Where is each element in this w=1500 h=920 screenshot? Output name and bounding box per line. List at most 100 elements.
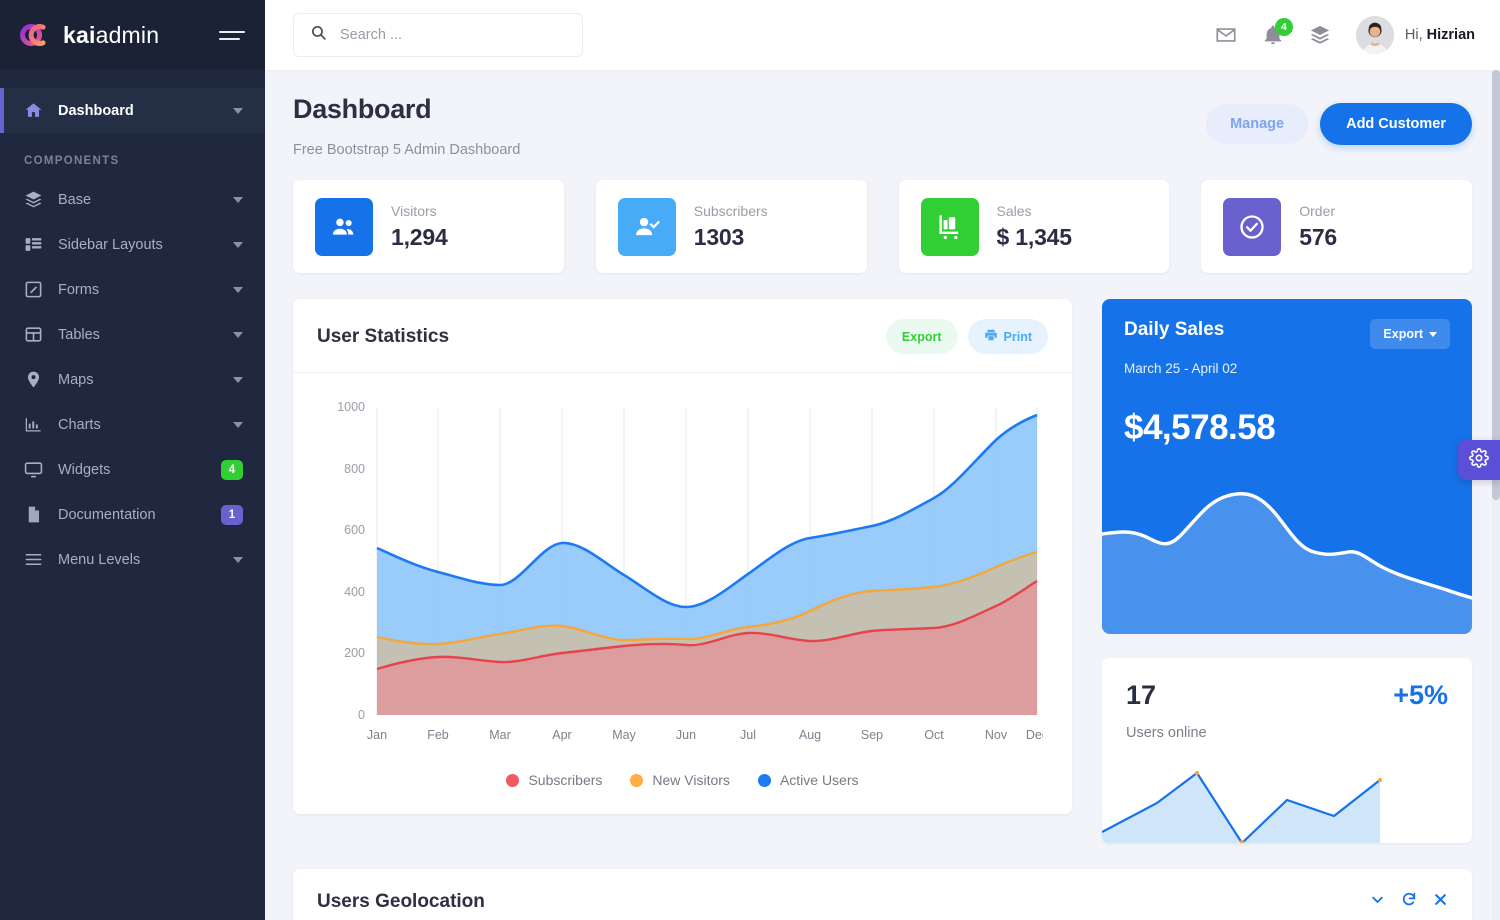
sidebar-item-documentation[interactable]: Documentation 1	[0, 492, 265, 537]
user-statistics-header: User Statistics Export Print	[293, 299, 1072, 373]
bar-chart-icon	[24, 415, 58, 434]
user-statistics-card: User Statistics Export Print	[293, 299, 1072, 814]
monitor-icon	[24, 460, 58, 479]
stat-card-text: Sales $ 1,345	[997, 203, 1072, 251]
list-grid-icon	[24, 235, 58, 254]
stat-card-sales[interactable]: Sales $ 1,345	[899, 180, 1170, 273]
stat-label: Subscribers	[694, 203, 768, 219]
add-customer-button[interactable]: Add Customer	[1320, 103, 1472, 145]
legend-dot-icon	[758, 774, 771, 787]
stat-card-order[interactable]: Order 576	[1201, 180, 1472, 273]
brand-logo[interactable]: kaiadmin	[20, 22, 159, 49]
sidebar-item-sidebar-layouts[interactable]: Sidebar Layouts	[0, 222, 265, 267]
pencil-square-icon	[24, 280, 58, 299]
vertical-scrollbar[interactable]	[1492, 70, 1500, 920]
search-input[interactable]	[340, 27, 566, 43]
export-button[interactable]: Export	[886, 319, 958, 354]
page-header-text: Dashboard Free Bootstrap 5 Admin Dashboa…	[293, 94, 520, 158]
layers-icon[interactable]	[1309, 24, 1331, 46]
envelope-icon[interactable]	[1215, 24, 1237, 46]
sidebar-section-label: COMPONENTS	[0, 133, 265, 177]
sidebar-item-charts[interactable]: Charts	[0, 402, 265, 447]
legend-item-active-users[interactable]: Active Users	[758, 772, 859, 788]
greeting-prefix: Hi,	[1405, 27, 1423, 43]
users-online-card: 17 +5% Users online	[1102, 658, 1472, 843]
sidebar-item-label: Maps	[58, 372, 233, 388]
chevron-down-icon	[233, 287, 243, 293]
sidebar-logo-row: kaiadmin	[0, 0, 265, 70]
user-menu[interactable]: Hi, Hizrian	[1356, 16, 1475, 54]
chart-legend: Subscribers New Visitors Active Users	[293, 764, 1072, 814]
stat-label: Visitors	[391, 203, 448, 219]
sidebar-item-forms[interactable]: Forms	[0, 267, 265, 312]
legend-item-subscribers[interactable]: Subscribers	[506, 772, 602, 788]
file-icon	[24, 505, 58, 524]
legend-dot-icon	[506, 774, 519, 787]
home-icon	[24, 101, 58, 120]
sidebar-toggle-button[interactable]	[219, 31, 245, 40]
avatar	[1356, 16, 1394, 54]
user-statistics-actions: Export Print	[886, 319, 1048, 354]
sidebar-item-label: Base	[58, 192, 233, 208]
sales-cart-icon	[921, 198, 979, 256]
users-geolocation-title: Users Geolocation	[317, 891, 485, 913]
sidebar-item-label: Documentation	[58, 507, 221, 523]
layers-icon	[24, 190, 58, 209]
manage-button[interactable]: Manage	[1206, 104, 1308, 144]
daily-sales-range: March 25 - April 02	[1102, 349, 1472, 376]
sidebar-item-label: Dashboard	[58, 103, 233, 119]
hamburger-line	[219, 38, 240, 40]
daily-sales-export-button[interactable]: Export	[1370, 319, 1450, 349]
sidebar-item-widgets[interactable]: Widgets 4	[0, 447, 265, 492]
svg-text:Feb: Feb	[427, 728, 449, 742]
topbar: 4 H	[265, 0, 1500, 70]
stat-card-visitors[interactable]: Visitors 1,294	[293, 180, 564, 273]
stat-value: 576	[1299, 224, 1337, 251]
sidebar-item-maps[interactable]: Maps	[0, 357, 265, 402]
app-root: kaiadmin Dashboard COMPONENTS	[0, 0, 1500, 920]
stat-value: 1303	[694, 224, 768, 251]
daily-sales-amount: $4,578.58	[1102, 376, 1472, 448]
brand-text: kaiadmin	[63, 22, 159, 49]
stat-card-text: Subscribers 1303	[694, 203, 768, 251]
stat-value: 1,294	[391, 224, 448, 251]
sidebar-item-label: Tables	[58, 327, 233, 343]
search-box[interactable]	[293, 13, 583, 57]
chevron-down-icon	[233, 332, 243, 338]
sidebar-item-label: Menu Levels	[58, 552, 233, 568]
sidebar-item-label: Charts	[58, 417, 233, 433]
svg-text:Mar: Mar	[489, 728, 511, 742]
legend-item-new-visitors[interactable]: New Visitors	[630, 772, 730, 788]
sidebar-item-tables[interactable]: Tables	[0, 312, 265, 357]
print-button[interactable]: Print	[968, 319, 1048, 354]
stat-label: Sales	[997, 203, 1072, 219]
dashboard-row: User Statistics Export Print	[293, 299, 1472, 843]
sidebar-item-base[interactable]: Base	[0, 177, 265, 222]
svg-text:Oct: Oct	[924, 728, 944, 742]
svg-text:Dec: Dec	[1026, 728, 1043, 742]
topbar-actions: 4 H	[1215, 16, 1475, 54]
page-header: Dashboard Free Bootstrap 5 Admin Dashboa…	[293, 94, 1472, 158]
chevron-down-icon	[233, 377, 243, 383]
printer-icon	[984, 328, 998, 345]
main-panel: 4 H	[265, 0, 1500, 920]
scrollbar-thumb[interactable]	[1492, 70, 1500, 500]
svg-text:0: 0	[358, 708, 365, 722]
chevron-down-icon[interactable]	[1370, 892, 1385, 907]
users-online-header: 17 +5%	[1102, 658, 1472, 711]
bell-icon[interactable]: 4	[1262, 24, 1284, 46]
users-geolocation-actions	[1370, 891, 1448, 907]
right-column: Daily Sales Export March 25 - April 02 $…	[1102, 299, 1472, 843]
close-icon[interactable]	[1433, 892, 1448, 907]
area-chart-svg: 1000 800 600 400 200 0	[315, 389, 1043, 749]
brand-name-light: admin	[96, 22, 160, 48]
sidebar-item-menu-levels[interactable]: Menu Levels	[0, 537, 265, 582]
svg-text:Jan: Jan	[367, 728, 387, 742]
stat-card-subscribers[interactable]: Subscribers 1303	[596, 180, 867, 273]
settings-fab-button[interactable]	[1458, 440, 1500, 480]
content-area: Dashboard Free Bootstrap 5 Admin Dashboa…	[265, 70, 1500, 920]
sidebar-item-dashboard[interactable]: Dashboard	[0, 88, 265, 133]
refresh-icon[interactable]	[1401, 891, 1417, 907]
svg-text:Apr: Apr	[552, 728, 571, 742]
brand-name-bold: kai	[63, 22, 96, 48]
